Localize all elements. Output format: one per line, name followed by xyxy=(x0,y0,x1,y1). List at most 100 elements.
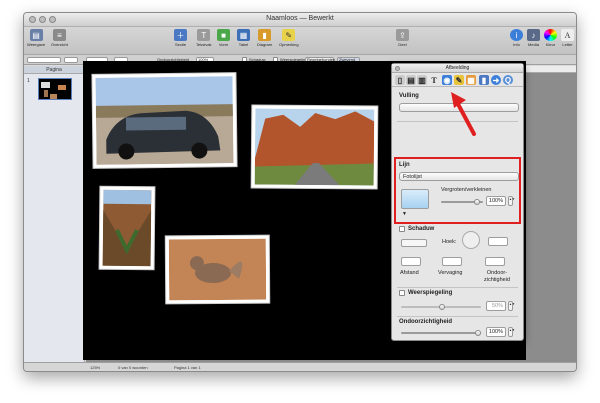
sidebar-header: Pagina xyxy=(24,66,84,74)
annotation-arrow-icon xyxy=(451,92,476,136)
angle-label: Hoek: xyxy=(442,239,457,245)
squirrel-image xyxy=(168,238,267,301)
outline-button[interactable]: ≡ Overzicht xyxy=(51,29,68,47)
opacity-slider[interactable] xyxy=(401,330,481,336)
graphic-tab-icon[interactable]: ◉ xyxy=(442,75,452,85)
inspector-close-button[interactable] xyxy=(395,66,400,71)
reflection-field[interactable]: 50% xyxy=(486,301,506,311)
textbox-icon: T xyxy=(197,29,211,41)
shadow-opacity-label: Ondoor-zichtigheid xyxy=(484,270,510,283)
reflection-stepper[interactable]: ▲▼ xyxy=(508,301,515,311)
page-count: Pagina 1 van 1 xyxy=(174,365,201,370)
reflection-slider[interactable] xyxy=(401,304,481,310)
canyon-road-image xyxy=(254,108,375,186)
section-label: Sectie xyxy=(174,42,187,47)
photo-valley[interactable] xyxy=(99,186,155,270)
info-label: Info xyxy=(513,42,520,47)
table-label: Tabel xyxy=(238,42,249,47)
media-label: Media xyxy=(528,42,539,47)
separator xyxy=(397,287,518,288)
angle-wheel[interactable] xyxy=(462,231,480,249)
shape-label: Vorm xyxy=(218,42,229,47)
fill-label: Vulling xyxy=(399,93,419,99)
view-label: Weergave xyxy=(27,42,46,47)
color-label: Kleur xyxy=(545,42,556,47)
info-icon: i xyxy=(510,29,523,41)
wrap-tab-icon[interactable]: ▥ xyxy=(417,75,427,85)
textbox-label: Tekstvak xyxy=(196,42,212,47)
color-button[interactable]: Kleur xyxy=(544,29,557,47)
blur-label: Vervaging xyxy=(438,270,463,276)
line-width-field[interactable] xyxy=(64,57,78,63)
opacity-label-inspector: Ondoorzichtigheid xyxy=(399,319,452,325)
opacity-field-inspector[interactable]: 100% xyxy=(486,327,506,337)
page-sidebar: Pagina 1 xyxy=(24,66,85,362)
font-label: Letter xyxy=(562,42,573,47)
status-bar: 125% 0 van 0 woorden Pagina 1 van 1 xyxy=(24,362,576,371)
valley-image xyxy=(102,189,152,267)
photo-squirrel[interactable] xyxy=(165,235,270,304)
layout-tab-icon[interactable]: ▤ xyxy=(406,75,416,85)
chart-label: Diagram xyxy=(257,42,273,47)
chart-button[interactable]: ▮ Diagram xyxy=(257,29,272,47)
blur-field[interactable] xyxy=(442,257,462,266)
highlight-box xyxy=(394,157,521,224)
photo-car[interactable] xyxy=(92,73,237,168)
section-button[interactable]: ＋ Sectie xyxy=(174,29,187,47)
view-button[interactable]: ▤ Weergave xyxy=(27,29,45,47)
page-thumbnail-number: 1 xyxy=(27,78,30,84)
chart-icon: ▮ xyxy=(258,29,272,41)
chart-tab-icon[interactable]: ▮ xyxy=(479,75,489,85)
view-icon: ▤ xyxy=(29,29,43,41)
link-tab-icon[interactable]: ➜ xyxy=(491,75,501,85)
textbox-button[interactable]: T Tekstvak xyxy=(196,29,212,47)
inspector-title: Afbeelding xyxy=(445,65,470,71)
document-tab-icon[interactable]: ▯ xyxy=(395,75,405,85)
page-thumbnail[interactable] xyxy=(38,78,72,100)
angle-field[interactable] xyxy=(488,237,508,246)
window-title: Naamloos — Bewerkt xyxy=(266,15,334,22)
table-icon: ▦ xyxy=(237,29,250,41)
distance-label: Afstand xyxy=(400,270,419,276)
shadow-opacity-field[interactable] xyxy=(485,257,505,266)
separator xyxy=(397,316,518,317)
shape-button[interactable]: ■ Vorm xyxy=(217,29,230,47)
share-icon: ⇪ xyxy=(396,29,409,41)
toolbar: ▤ Weergave ≡ Overzicht ＋ Sectie T Tekstv… xyxy=(24,27,576,55)
font-icon: A xyxy=(561,29,574,41)
reflection-checkbox-inspector[interactable] xyxy=(399,290,405,296)
media-button[interactable]: ♪ Media xyxy=(527,29,540,47)
shape-icon: ■ xyxy=(217,29,230,41)
opacity-stepper[interactable]: ▲▼ xyxy=(508,327,515,337)
shadow-checkbox-inspector[interactable] xyxy=(399,226,405,232)
comment-icon: ✎ xyxy=(282,29,296,41)
distance-field[interactable] xyxy=(401,257,421,266)
zoom-level[interactable]: 125% xyxy=(90,365,100,370)
reflection-label-inspector: Weerspiegeling xyxy=(408,290,453,296)
inspector-tabs: ▯ ▤ ▥ T ◉ ✎ ▦ ▮ ➜ Q xyxy=(392,73,523,87)
metrics-tab-icon[interactable]: ✎ xyxy=(454,75,464,85)
word-count: 0 van 0 woorden xyxy=(118,365,148,370)
opacity-slider-knob[interactable] xyxy=(475,330,481,336)
shadow-color-well[interactable] xyxy=(401,239,427,247)
reflection-slider-knob[interactable] xyxy=(439,304,445,310)
text-tab-icon[interactable]: T xyxy=(429,75,439,85)
info-button[interactable]: i Info xyxy=(510,29,523,47)
photo-canyon-road[interactable] xyxy=(251,105,378,189)
font-button[interactable]: A Letter xyxy=(561,29,574,47)
outline-icon: ≡ xyxy=(52,29,66,41)
share-button[interactable]: ⇪ Deel xyxy=(396,29,409,47)
media-icon: ♪ xyxy=(527,29,540,41)
style-popup[interactable] xyxy=(27,57,61,63)
section-icon: ＋ xyxy=(174,29,187,41)
comment-button[interactable]: ✎ Opmerking xyxy=(279,29,299,47)
table-button[interactable]: ▦ Tabel xyxy=(237,29,250,47)
color-icon xyxy=(544,29,557,41)
quicktime-tab-icon[interactable]: Q xyxy=(503,75,513,85)
share-label: Deel xyxy=(398,42,407,47)
inspector-titlebar: Afbeelding xyxy=(392,64,523,73)
shadow-label-inspector: Schaduw xyxy=(408,226,435,232)
outline-label: Overzicht xyxy=(51,42,68,47)
table-tab-icon[interactable]: ▦ xyxy=(466,75,476,85)
comment-label: Opmerking xyxy=(279,42,299,47)
